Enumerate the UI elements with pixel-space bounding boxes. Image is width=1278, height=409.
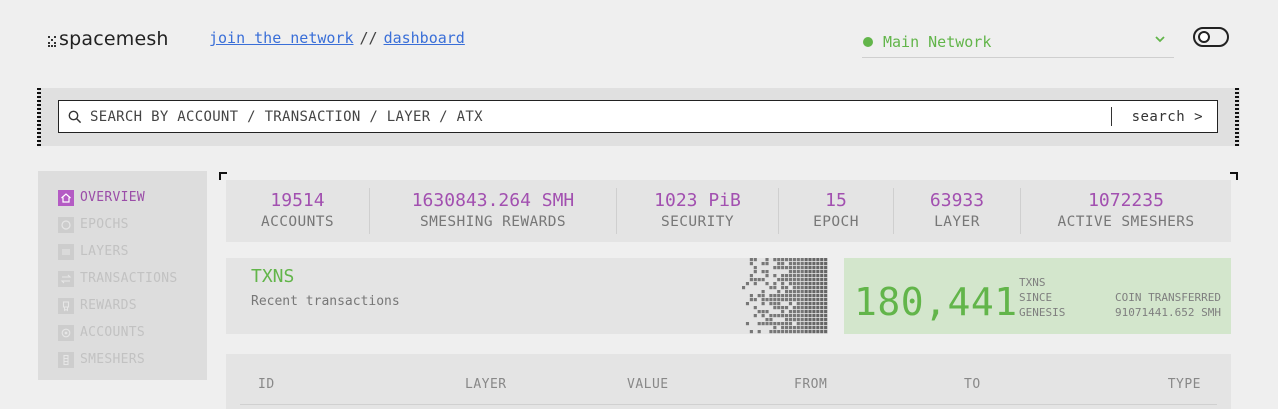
column-header-type[interactable]: TYPE [1168, 377, 1201, 392]
caption-line: GENESIS [1019, 306, 1066, 319]
sidebar: OVERVIEW EPOCHS LAYERS TRANSACTIONS REWA… [38, 171, 207, 380]
stat-label: ACCOUNTS [260, 214, 335, 230]
search-button[interactable]: search > [1110, 107, 1217, 126]
stat-epoch: 15 EPOCH [779, 188, 894, 234]
pixel-pattern-graphic [742, 258, 828, 334]
rewards-icon [58, 297, 74, 314]
network-select[interactable]: Main Network [862, 27, 1174, 58]
stat-label: SMESHING REWARDS [419, 214, 567, 230]
top-nav: join the network // dashboard [209, 29, 465, 47]
stat-layer: 63933 LAYER [894, 188, 1021, 234]
search-bar-left-edge [37, 88, 41, 146]
sidebar-item-layers[interactable]: LAYERS [38, 238, 207, 265]
stat-value: 1023 PiB [654, 190, 741, 211]
frame-corner-top-right [1230, 172, 1238, 180]
txns-title: TXNS [251, 266, 295, 287]
stat-value: 15 [825, 190, 847, 211]
sidebar-item-label: TRANSACTIONS [80, 271, 178, 286]
nav-separator: // [359, 29, 378, 47]
txns-total-count: 180,441 [854, 280, 1018, 324]
txns-subtitle: Recent transactions [251, 294, 400, 309]
toggle-knob [1198, 31, 1210, 43]
layers-icon [58, 243, 74, 260]
stat-value: 1630843.264 SMH [411, 190, 575, 211]
sidebar-item-label: ACCOUNTS [80, 325, 146, 340]
sidebar-item-label: OVERVIEW [80, 190, 146, 205]
stat-security: 1023 PiB SECURITY [617, 188, 779, 234]
search-input[interactable] [90, 108, 1111, 125]
stat-label: SECURITY [660, 214, 735, 230]
home-icon [58, 189, 74, 206]
frame-corner-top-left [219, 172, 227, 180]
stat-label: ACTIVE SMESHERS [1057, 214, 1195, 230]
txns-panel[interactable]: TXNS Recent transactions [226, 258, 828, 334]
stat-label: LAYER [934, 214, 980, 230]
stat-active-smeshers: 1072235 ACTIVE SMESHERS [1021, 188, 1231, 234]
coin-transferred: COIN TRANSFERRED 91071441.652 SMH [1115, 290, 1221, 320]
network-stats: 19514 ACCOUNTS 1630843.264 SMH SMESHING … [226, 180, 1231, 242]
table-header: ID LAYER VALUE FROM TO TYPE [240, 376, 1217, 405]
column-header-from[interactable]: FROM [794, 377, 827, 392]
join-network-link[interactable]: join the network [209, 29, 354, 47]
column-header-id[interactable]: ID [258, 377, 275, 392]
theme-toggle[interactable] [1193, 27, 1229, 47]
dashboard-link[interactable]: dashboard [384, 29, 465, 47]
search-icon [68, 110, 82, 123]
stat-value: 1072235 [1088, 190, 1164, 211]
stat-label: EPOCH [813, 214, 859, 230]
stat-value: 19514 [270, 190, 325, 211]
chevron-down-icon [1155, 36, 1165, 43]
caption-line: SINCE [1019, 291, 1053, 304]
stat-accounts: 19514 ACCOUNTS [226, 188, 370, 234]
coin-transferred-value: 91071441.652 SMH [1115, 306, 1221, 319]
txns-total-caption: TXNS SINCE GENESIS [1019, 275, 1065, 320]
search-bar-right-edge [1235, 88, 1239, 146]
coin-transferred-label: COIN TRANSFERRED [1115, 291, 1221, 304]
sidebar-item-overview[interactable]: OVERVIEW [38, 184, 207, 211]
caption-line: TXNS [1019, 276, 1046, 289]
column-header-layer[interactable]: LAYER [465, 377, 507, 392]
network-selected-label: Main Network [883, 33, 992, 51]
stat-value: 63933 [929, 190, 985, 211]
sidebar-item-label: EPOCHS [80, 217, 129, 232]
sidebar-item-transactions[interactable]: TRANSACTIONS [38, 265, 207, 292]
column-header-value[interactable]: VALUE [627, 377, 669, 392]
sidebar-item-label: LAYERS [80, 244, 129, 259]
sidebar-item-rewards[interactable]: REWARDS [38, 292, 207, 319]
logo-mark-icon [48, 35, 56, 47]
column-header-to[interactable]: TO [964, 377, 981, 392]
network-status-dot [863, 37, 873, 47]
sidebar-item-smeshers[interactable]: SMESHERS [38, 346, 207, 373]
transactions-icon [58, 270, 74, 287]
spacemesh-logo[interactable]: spacemesh [48, 28, 169, 50]
smeshers-icon [58, 351, 74, 368]
sidebar-item-accounts[interactable]: ACCOUNTS [38, 319, 207, 346]
search-bar-container: search > [37, 88, 1240, 146]
search-box: search > [58, 100, 1218, 133]
transactions-table: ID LAYER VALUE FROM TO TYPE [226, 354, 1231, 409]
epochs-icon [58, 216, 74, 233]
sidebar-item-label: REWARDS [80, 298, 137, 313]
txns-total-panel: 180,441 TXNS SINCE GENESIS COIN TRANSFER… [844, 258, 1231, 334]
sidebar-item-label: SMESHERS [80, 352, 146, 367]
stat-smeshing-rewards: 1630843.264 SMH SMESHING REWARDS [370, 188, 617, 234]
sidebar-item-epochs[interactable]: EPOCHS [38, 211, 207, 238]
accounts-icon [58, 324, 74, 341]
logo-text: spacemesh [59, 28, 169, 50]
